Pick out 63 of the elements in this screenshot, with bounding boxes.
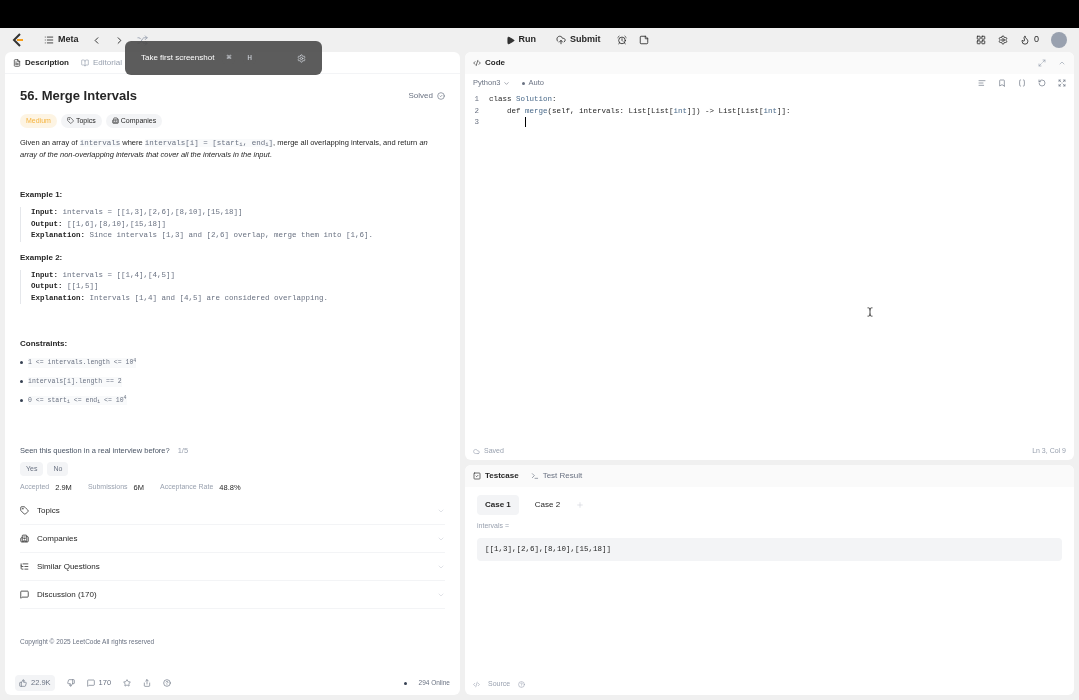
- toast-text: Take first screenshot: [141, 52, 215, 64]
- document-icon: [13, 58, 21, 67]
- topics-section-icon: [20, 506, 29, 516]
- accordion-row[interactable]: Similar Questions: [20, 553, 445, 582]
- case-tab[interactable]: Case 1: [477, 495, 519, 515]
- help-icon[interactable]: [518, 680, 526, 688]
- reset-icon[interactable]: [1038, 79, 1046, 87]
- accordion-row[interactable]: Discussion (170): [20, 581, 445, 610]
- dislike-icon[interactable]: [66, 679, 75, 687]
- thumbs-up-icon: [19, 679, 27, 687]
- play-icon: [505, 35, 515, 45]
- constraints-heading: Constraints:: [20, 338, 69, 350]
- layout-icon[interactable]: [976, 35, 986, 45]
- solved-status: Solved: [408, 89, 433, 102]
- collapse-icon[interactable]: [1058, 59, 1066, 67]
- panel-title: Code: [485, 57, 505, 69]
- cloud-icon: [473, 447, 480, 455]
- accordion-row[interactable]: Topics: [20, 497, 445, 526]
- problem-list-name[interactable]: Meta: [58, 33, 79, 47]
- run-button[interactable]: Run: [501, 33, 540, 47]
- cloud-upload-icon: [556, 35, 566, 45]
- streak-count: 0: [1034, 33, 1039, 47]
- terminal-icon: [530, 472, 539, 480]
- panel-tab[interactable]: Test Result: [530, 470, 583, 482]
- code-icon: [473, 680, 480, 688]
- discussion-section-icon: [20, 590, 29, 600]
- star-icon[interactable]: [123, 679, 132, 687]
- companies-section-icon: [20, 534, 29, 544]
- braces-icon[interactable]: [1018, 79, 1026, 87]
- bullet-icon: [20, 398, 23, 402]
- panel-tab[interactable]: Description: [13, 56, 69, 69]
- maximize-icon[interactable]: [1038, 59, 1046, 67]
- comment-icon: [86, 679, 95, 687]
- streak-icon: [1020, 35, 1030, 45]
- timer-icon[interactable]: [616, 35, 627, 45]
- accordion-row[interactable]: Companies: [20, 525, 445, 554]
- bullet-icon: [20, 380, 23, 384]
- panel-tab[interactable]: Testcase: [473, 470, 519, 482]
- check-icon: [437, 91, 445, 100]
- book-icon: [81, 58, 89, 67]
- logo-icon[interactable]: [12, 33, 24, 47]
- bookmark-icon[interactable]: [998, 79, 1006, 87]
- avatar[interactable]: [1051, 32, 1067, 48]
- list-icon: [44, 35, 54, 45]
- text-cursor-icon: [864, 306, 875, 317]
- chevron-icon: [502, 79, 510, 87]
- share-icon[interactable]: [143, 679, 152, 687]
- building-icon: [111, 117, 119, 125]
- case-tab[interactable]: Case 2: [526, 495, 569, 515]
- format-icon[interactable]: [978, 79, 986, 87]
- note-icon[interactable]: [638, 35, 649, 45]
- help-icon[interactable]: [163, 679, 172, 687]
- example-heading: Example 2:: [20, 251, 64, 264]
- problem-title: 56. Merge Intervals: [20, 87, 138, 105]
- checkbox-icon: [473, 472, 481, 480]
- bullet-icon: [20, 361, 23, 365]
- similar-section-icon: [20, 562, 29, 572]
- tag-icon: [66, 117, 74, 125]
- settings-icon[interactable]: [998, 35, 1008, 45]
- submit-button[interactable]: Submit: [552, 33, 605, 47]
- code-icon: [473, 59, 481, 67]
- example-heading: Example 1:: [20, 189, 64, 201]
- expand-icon[interactable]: [1058, 79, 1066, 87]
